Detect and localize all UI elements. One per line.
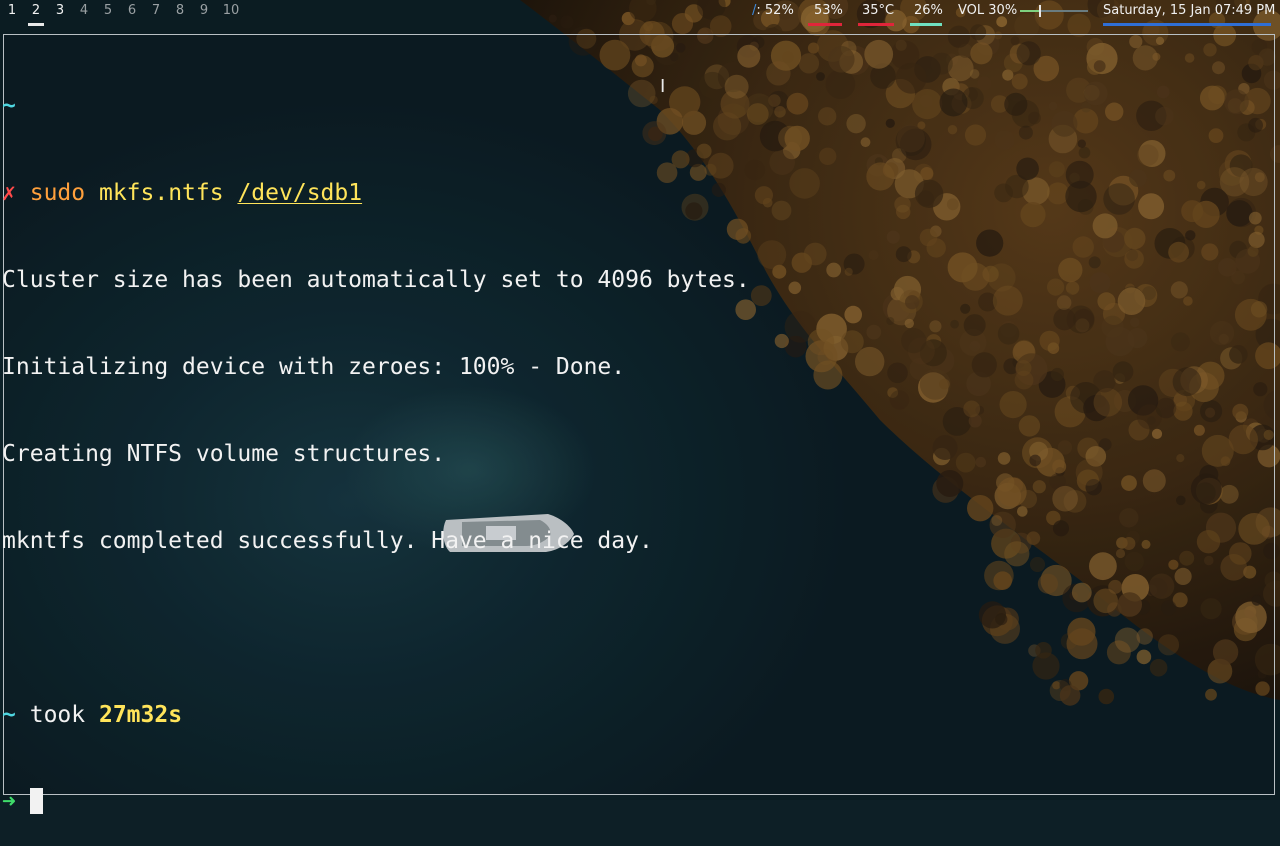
disk-usage-text: : 52% xyxy=(756,3,793,18)
prompt-arrow-icon: ➜ xyxy=(2,789,16,815)
terminal-output[interactable]: ~ ✗ sudo mkfs.ntfs /dev/sdb1 Cluster siz… xyxy=(2,34,750,846)
took-label: took xyxy=(30,702,85,728)
output-line: mkntfs completed successfully. Have a ni… xyxy=(2,527,750,556)
datetime-indicator xyxy=(1103,23,1271,26)
command-name: mkfs.ntfs xyxy=(99,180,224,206)
command-line: ✗ sudo mkfs.ntfs /dev/sdb1 xyxy=(2,179,750,208)
mouse-ibeam-cursor-icon: Ι xyxy=(660,76,665,97)
volume-slider-fill xyxy=(1020,10,1040,12)
command-sudo: sudo xyxy=(30,180,85,206)
status-bar: 12345678910 /: 52% 53% 35°C 26% VOL 30% … xyxy=(0,0,1280,28)
workspace-list: 12345678910 xyxy=(0,0,246,28)
volume-label[interactable]: VOL 30% xyxy=(958,0,1017,28)
input-prompt-line: ➜ xyxy=(2,788,750,817)
workspace-1[interactable]: 1 xyxy=(0,0,24,28)
workspace-5[interactable]: 5 xyxy=(96,0,120,28)
prompt-line-home: ~ xyxy=(2,92,750,121)
workspace-8[interactable]: 8 xyxy=(168,0,192,28)
output-line: Initializing device with zeroes: 100% - … xyxy=(2,353,750,382)
text-cursor xyxy=(30,788,43,814)
blank-line xyxy=(2,614,750,643)
output-line: Creating NTFS volume structures. xyxy=(2,440,750,469)
memory-usage-indicator xyxy=(910,23,942,26)
workspace-9[interactable]: 9 xyxy=(192,0,216,28)
command-duration: 27m32s xyxy=(99,702,182,728)
workspace-7[interactable]: 7 xyxy=(144,0,168,28)
cpu-usage-indicator xyxy=(808,23,842,26)
command-argument-path: /dev/sdb1 xyxy=(237,180,362,206)
workspace-4[interactable]: 4 xyxy=(72,0,96,28)
home-directory-prompt: ~ xyxy=(2,93,16,119)
took-line: ~ took 27m32s xyxy=(2,701,750,730)
workspace-6[interactable]: 6 xyxy=(120,0,144,28)
workspace-3[interactable]: 3 xyxy=(48,0,72,28)
temperature-indicator xyxy=(858,23,894,26)
disk-usage: /: 52% xyxy=(752,0,794,28)
volume-slider[interactable] xyxy=(1020,10,1088,12)
volume-slider-knob[interactable] xyxy=(1039,5,1041,17)
output-line: Cluster size has been automatically set … xyxy=(2,266,750,295)
home-directory-prompt: ~ xyxy=(2,702,16,728)
error-status-icon: ✗ xyxy=(2,180,16,206)
workspace-2[interactable]: 2 xyxy=(24,0,48,28)
workspace-10[interactable]: 10 xyxy=(216,0,246,28)
